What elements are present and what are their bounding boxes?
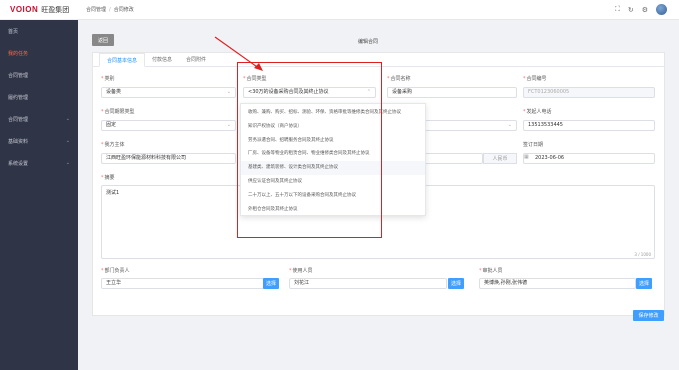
- sidebar-item-label: 合同管理: [8, 72, 29, 79]
- chevron-down-icon: ⌄: [65, 138, 70, 144]
- fullscreen-icon[interactable]: ⛶: [615, 5, 620, 14]
- dept-head-label: *部门负责人: [101, 268, 130, 274]
- period-type-select[interactable]: 固定 ⌄: [101, 120, 236, 131]
- reviewers-select-button[interactable]: 选择: [636, 278, 652, 289]
- contact-phone-input[interactable]: 13513533445: [523, 120, 655, 131]
- avatar[interactable]: [656, 4, 667, 15]
- tab-basic-info[interactable]: 合同基本信息: [99, 53, 146, 67]
- back-button[interactable]: 返回: [92, 34, 114, 46]
- sidebar-item-contracts[interactable]: 合同管理 ⌄: [0, 108, 78, 130]
- currency-addon: 人民币: [483, 153, 517, 164]
- breadcrumb-item: 合同修改: [113, 7, 134, 13]
- sidebar-item-basic-data[interactable]: 基础资料 ⌄: [0, 130, 78, 152]
- summary-label: *摘要: [101, 175, 115, 181]
- contact-phone-label: *发起人电话: [523, 109, 552, 115]
- category-label: *类别: [101, 76, 115, 82]
- contract-name-label: *合同名称: [387, 76, 411, 82]
- breadcrumb: 合同管理 / 合同修改: [86, 6, 134, 13]
- summary-text: 测试1: [106, 190, 120, 196]
- highlight-box: [237, 62, 382, 238]
- sidebar-item-label: 系统设置: [8, 160, 29, 167]
- logo-name: 旺盈集团: [41, 6, 70, 14]
- sidebar-item-label: 基础资料: [8, 138, 29, 145]
- breadcrumb-item[interactable]: 合同管理: [86, 7, 106, 13]
- user-select-button[interactable]: 选择: [448, 278, 464, 289]
- summary-counter: 3 / 1000: [634, 252, 651, 257]
- logo: VOION 旺盈集团: [0, 0, 78, 20]
- sidebar-item-label: 合同管理: [8, 116, 29, 123]
- sidebar-item-my-tasks[interactable]: 我的任务: [0, 42, 78, 64]
- top-icons: ⛶ ↻ ⚙: [615, 4, 667, 15]
- reviewers-input[interactable]: 英博焕,孙刚,张伟德: [479, 278, 636, 289]
- sidebar-item-home[interactable]: 首页: [0, 20, 78, 42]
- chevron-down-icon: ⌄: [226, 89, 231, 95]
- dept-head-input[interactable]: 王立华: [101, 278, 264, 289]
- annotation-arrow: [214, 36, 263, 71]
- chevron-down-icon: ⌄: [226, 122, 231, 128]
- sidebar-item-label: 我的任务: [8, 50, 29, 57]
- tab-attachments[interactable]: 合同附件: [179, 53, 213, 67]
- sidebar: VOION 旺盈集团 首页 我的任务 合同管理 履约管理 合同管理 ⌄ 基础资料 ⌄…: [0, 0, 78, 370]
- settings-icon[interactable]: ⚙: [642, 6, 648, 14]
- page-title: 编辑合同: [358, 39, 379, 45]
- tab-payment[interactable]: 付款信息: [145, 53, 179, 67]
- contract-no-input: FCT0123060005: [523, 87, 655, 98]
- logo-mark: VOION: [10, 5, 39, 14]
- sidebar-item-settings[interactable]: 系统设置 ⌄: [0, 152, 78, 174]
- sidebar-item-label: 首页: [8, 28, 19, 35]
- user-label: *使用人员: [289, 268, 313, 274]
- contract-name-input[interactable]: 设备采购: [387, 87, 517, 98]
- party-a-select[interactable]: 江西旺盈环保能源材料科技有限公司: [101, 153, 236, 164]
- sidebar-item-contract-review[interactable]: 合同管理: [0, 64, 78, 86]
- save-button[interactable]: 保存修改: [633, 310, 664, 321]
- topbar: 合同管理 / 合同修改 ⛶ ↻ ⚙: [78, 0, 679, 20]
- sign-date-label: 签订日期: [523, 142, 544, 148]
- chevron-down-icon: ⌄: [507, 122, 512, 128]
- dept-head-select-button[interactable]: 选择: [263, 278, 279, 289]
- contract-no-label: *合同编号: [523, 76, 547, 82]
- sign-date-picker[interactable]: 2023-06-06: [523, 153, 655, 164]
- sidebar-item-label: 履约管理: [8, 94, 29, 101]
- refresh-icon[interactable]: ↻: [628, 6, 634, 14]
- calendar-icon: ▦: [524, 154, 529, 160]
- breadcrumb-separator: /: [109, 7, 111, 13]
- chevron-down-icon: ⌄: [65, 116, 70, 122]
- party-a-label: *我方主体: [101, 142, 125, 148]
- category-select[interactable]: 设备类 ⌄: [101, 87, 236, 98]
- period-type-label: *合同期限类型: [101, 109, 135, 115]
- chevron-down-icon: ⌄: [65, 160, 70, 166]
- reviewers-label: *审批人员: [479, 268, 503, 274]
- user-input[interactable]: 刘花江: [289, 278, 447, 289]
- sidebar-item-performance[interactable]: 履约管理: [0, 86, 78, 108]
